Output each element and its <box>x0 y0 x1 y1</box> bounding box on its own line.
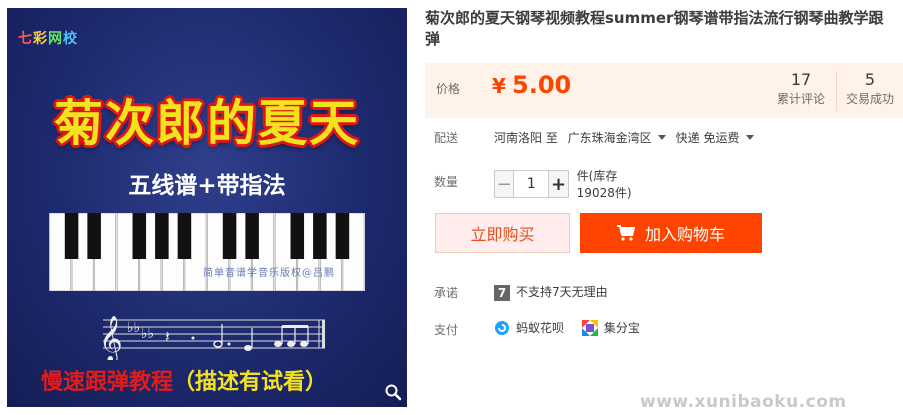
shipping-label: 配送 <box>434 131 459 145</box>
image-subtitle: 五线谱+带指法 <box>128 173 286 199</box>
shipping-method-select[interactable]: 快递 免运费 <box>676 131 764 145</box>
currency-symbol: ¥ <box>492 74 506 98</box>
brand-char: 网 <box>48 31 63 47</box>
music-staff-illustration: 𝄞 ♭♭ ♭♭ 𝄽 <box>99 316 325 360</box>
product-image[interactable]: 七彩网校 菊次郎的夏天 五线谱+带指法 简单音谱学音乐版权@吕鹏 𝄞 ♭♭ ♭♭… <box>7 8 407 407</box>
promise-label: 承诺 <box>434 286 459 300</box>
stat-divider <box>836 71 837 111</box>
quantity-input[interactable]: 1 <box>514 170 549 198</box>
piano-black-key <box>335 213 350 259</box>
caption-red: 慢速跟弹教程 <box>41 370 174 395</box>
promise-text: 不支持7天无理由 <box>516 285 608 299</box>
promise-item[interactable]: 7 不支持7天无理由 <box>494 283 608 301</box>
piano-black-key <box>245 213 259 259</box>
payment-huabei[interactable]: 蚂蚁花呗 <box>494 319 564 336</box>
piano-black-key <box>64 213 79 259</box>
brand-char: 七 <box>18 31 33 47</box>
payment-jifenbao-label: 集分宝 <box>603 321 640 335</box>
svg-text:♭♭: ♭♭ <box>141 326 154 342</box>
buy-now-label: 立即购买 <box>470 225 535 244</box>
chevron-down-icon <box>657 135 666 140</box>
image-bottom-caption: 慢速跟弹教程（描述有试看） <box>41 364 327 396</box>
quantity-label: 数量 <box>434 175 459 189</box>
svg-text:𝄞: 𝄞 <box>99 316 123 360</box>
svg-text:♭♭: ♭♭ <box>127 320 140 336</box>
piano-black-key <box>155 213 169 259</box>
image-title: 菊次郎的夏天 <box>53 95 360 152</box>
shipping-method: 快递 免运费 <box>675 131 740 145</box>
add-to-cart-button[interactable]: 加入购物车 <box>580 213 762 253</box>
caption-paren-open: （ <box>173 370 196 395</box>
piano-black-key <box>313 213 327 259</box>
piano-black-key <box>87 213 101 259</box>
jifenbao-icon <box>581 319 598 336</box>
price-value: 5.00 <box>512 71 572 99</box>
shipping-from: 河南洛阳 至 <box>494 131 558 145</box>
caption-paren-close: ） <box>305 370 328 395</box>
sales-label: 交易成功 <box>846 92 895 106</box>
sales-count: 5 <box>864 70 876 89</box>
caption-yellow: 描述有试看 <box>195 370 306 395</box>
stock-text: 件(库存19028件) <box>576 169 632 200</box>
piano-black-key <box>177 213 192 259</box>
brand-char: 彩 <box>33 31 48 47</box>
huabei-icon <box>495 320 509 335</box>
price-label: 价格 <box>436 82 461 96</box>
piano-black-key <box>290 213 305 259</box>
quantity-stepper: − 1 + 件(库存19028件) <box>494 167 644 201</box>
brand-logo: 七彩网校 <box>18 28 78 48</box>
svg-text:𝄽: 𝄽 <box>165 327 170 346</box>
piano-black-key <box>132 213 147 259</box>
sales-stat: 5 交易成功 <box>846 70 894 107</box>
payment-huabei-label: 蚂蚁花呗 <box>516 321 565 335</box>
add-to-cart-label: 加入购物车 <box>644 225 725 244</box>
chevron-down-icon <box>745 135 754 140</box>
payment-jifenbao[interactable]: 集分宝 <box>581 319 640 336</box>
reviews-stat[interactable]: 17 累计评论 <box>777 70 825 107</box>
piano-keyboard-illustration <box>49 213 365 291</box>
payment-label: 支付 <box>434 323 459 337</box>
quantity-decrease-button[interactable]: − <box>494 170 515 198</box>
price-box: 价格 ¥ 5.00 17 累计评论 5 交易成功 <box>425 63 903 118</box>
product-title: 菊次郎的夏天钢琴视频教程summer钢琴谱带指法流行钢琴曲教学跟弹 <box>425 9 884 48</box>
piano-black-key <box>222 213 237 259</box>
reviews-count: 17 <box>790 70 812 89</box>
site-watermark: www.xunibaoku.com <box>640 392 847 412</box>
buy-now-button[interactable]: 立即购买 <box>435 213 570 253</box>
image-watermark: 简单音谱学音乐版权@吕鹏 <box>203 268 335 279</box>
seven-day-badge-icon: 7 <box>494 284 510 301</box>
reviews-label: 累计评论 <box>777 92 826 106</box>
magnifier-icon[interactable] <box>384 383 402 401</box>
shipping-destination: 广东珠海金湾区 <box>567 131 652 145</box>
shipping-destination-select[interactable]: 广东珠海金湾区 <box>568 131 676 145</box>
quantity-increase-button[interactable]: + <box>548 170 569 198</box>
brand-char: 校 <box>63 31 78 47</box>
cart-icon <box>616 225 635 241</box>
